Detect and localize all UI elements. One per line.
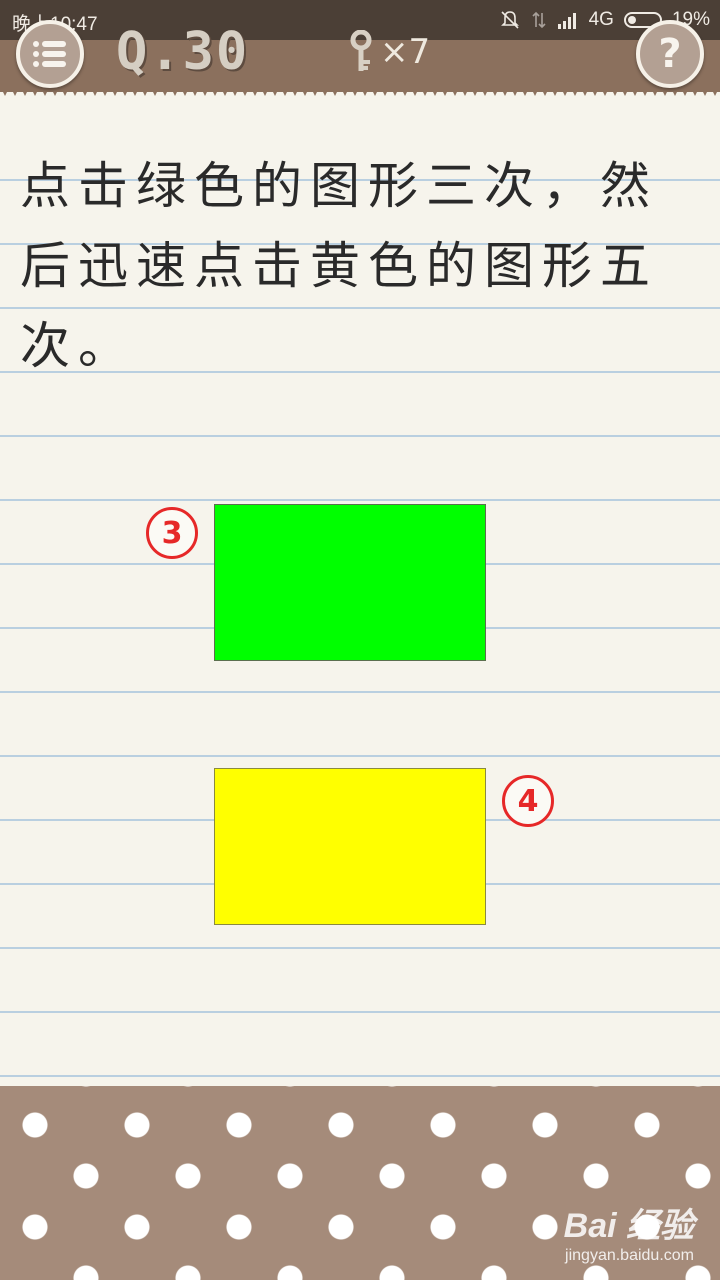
step-badge-green: 3 xyxy=(146,507,198,559)
watermark-logo: Bai 经验 xyxy=(563,1207,694,1245)
green-rectangle[interactable] xyxy=(214,504,486,661)
level-number: Q.30 xyxy=(116,22,250,82)
yellow-rectangle[interactable] xyxy=(214,768,486,925)
watermark-url: jingyan.baidu.com xyxy=(565,1247,694,1264)
signal-icon xyxy=(557,13,576,29)
key-counter: ×7 xyxy=(346,30,430,74)
key-icon xyxy=(350,30,372,71)
menu-list-icon xyxy=(33,41,66,67)
baidu-watermark: Bai 经验 jingyan.baidu.com xyxy=(564,1198,694,1265)
header-zigzag-edge xyxy=(0,86,720,96)
help-icon: ? xyxy=(658,31,682,77)
help-button[interactable]: ? xyxy=(636,20,704,88)
step-badge-yellow: 4 xyxy=(502,775,554,827)
bell-muted-icon xyxy=(500,11,519,29)
network-type: 4G xyxy=(588,9,614,30)
question-text: 点击绿色的图形三次，然后迅速点击黄色的图形五次。 xyxy=(20,157,658,375)
menu-button[interactable] xyxy=(16,20,84,88)
data-arrows-icon xyxy=(532,11,546,29)
key-count: ×7 xyxy=(380,32,431,72)
